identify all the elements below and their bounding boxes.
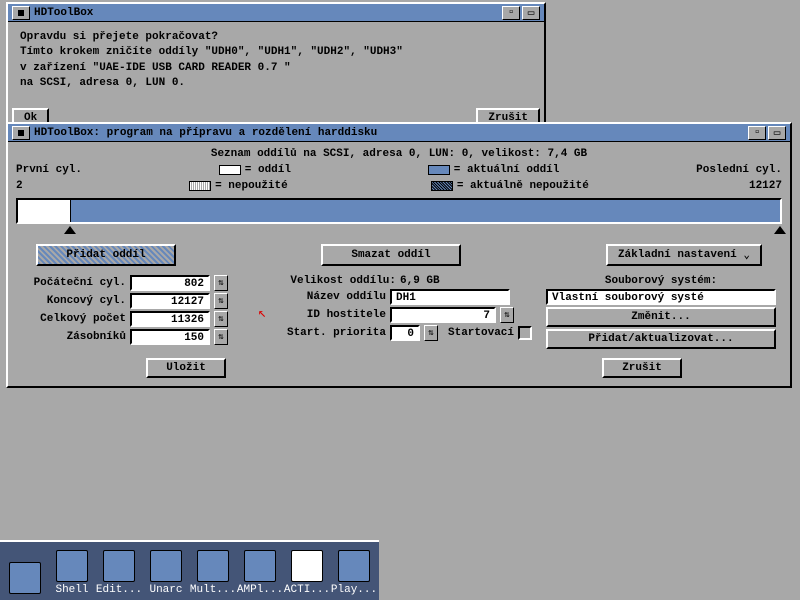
name-label: Název oddílu	[276, 291, 386, 303]
task-item-acti[interactable]: ACTI...	[284, 544, 330, 598]
legend-text: = nepoužité	[215, 180, 288, 192]
zoom-icon[interactable]: ▫	[502, 6, 520, 20]
last-cyl-value: 12127	[732, 180, 782, 192]
task-item-shell[interactable]: Shell	[49, 544, 95, 598]
task-label: AMPl...	[237, 584, 283, 596]
addupdate-button[interactable]: Přidat/aktualizovat...	[546, 329, 776, 349]
task-item-unarc[interactable]: Unarc	[143, 544, 189, 598]
first-cyl-value: 2	[16, 180, 46, 192]
priority-label: Start. priorita	[276, 327, 386, 339]
legend-row: První cyl. = oddíl = aktuální oddíl Posl…	[16, 162, 782, 178]
task-item-edit[interactable]: Edit...	[96, 544, 142, 598]
buffers-label: Zásobníků	[16, 331, 126, 343]
shell-icon	[56, 550, 88, 582]
task-item[interactable]	[2, 544, 48, 598]
close-icon[interactable]	[12, 6, 30, 20]
task-item-play[interactable]: Play...	[331, 544, 377, 598]
size-value: 6,9 GB	[400, 275, 440, 287]
close-icon[interactable]	[12, 126, 30, 140]
bootable-label: Startovací	[448, 327, 514, 339]
partition-segment[interactable]	[18, 200, 71, 222]
main-window: HDToolBox: program na přípravu a rozděle…	[6, 122, 792, 388]
total-input[interactable]: 11326	[130, 311, 210, 327]
task-item-ampl[interactable]: AMPl...	[237, 544, 283, 598]
partition-segment-current[interactable]	[71, 200, 780, 222]
edit-icon	[103, 550, 135, 582]
start-cyl-label: Počáteční cyl.	[16, 277, 126, 289]
dialog-line: na SCSI, adresa 0, LUN 0.	[20, 76, 532, 91]
buffers-input[interactable]: 150	[130, 329, 210, 345]
swatch-current-unused	[431, 181, 453, 191]
confirm-dialog: HDToolBox ▫ ▭ Opravdu si přejete pokračo…	[6, 2, 546, 134]
fs-label: Souborový systém:	[546, 275, 776, 287]
total-label: Celkový počet	[16, 313, 126, 325]
dialog-message: Opravdu si přejete pokračovat? Tímto kro…	[20, 30, 532, 92]
dialog-titlebar[interactable]: HDToolBox ▫ ▭	[8, 4, 544, 22]
dialog-body: Opravdu si přejete pokračovat? Tímto kro…	[8, 22, 544, 108]
task-label: Mult...	[190, 584, 236, 596]
dropdown-icon: ⌄	[743, 248, 750, 262]
form-area: Počáteční cyl.802⇅ Koncový cyl.12127⇅ Ce…	[16, 274, 782, 350]
task-label: Edit...	[96, 584, 142, 596]
dialog-line: Opravdu si přejete pokračovat?	[20, 30, 532, 45]
dialog-line: v zařízení "UAE-IDE USB CARD READER 0.7 …	[20, 61, 532, 76]
dialog-line: Tímto krokem zničíte oddíly "UDH0", "UDH…	[20, 45, 532, 60]
delete-partition-button[interactable]: Smazat oddíl	[321, 244, 461, 266]
mult-icon	[197, 550, 229, 582]
name-input[interactable]: DH1	[390, 289, 510, 305]
app-icon	[9, 562, 41, 594]
priority-input[interactable]: 0	[390, 325, 420, 341]
last-cyl-label: Poslední cyl.	[696, 164, 782, 176]
play-icon	[338, 550, 370, 582]
stepper-icon[interactable]: ⇅	[214, 311, 228, 327]
depth-icon[interactable]: ▭	[768, 126, 786, 140]
size-label: Velikost oddílu:	[276, 275, 396, 287]
end-cyl-label: Koncový cyl.	[16, 295, 126, 307]
ampl-icon	[244, 550, 276, 582]
partition-bar[interactable]	[16, 198, 782, 224]
legend-row: 2 = nepoužité = aktuálně nepoužité 12127	[16, 178, 782, 194]
depth-icon[interactable]: ▭	[522, 6, 540, 20]
partition-header: Seznam oddílů na SCSI, adresa 0, LUN: 0,…	[16, 146, 782, 162]
task-label: Unarc	[149, 584, 182, 596]
dialog-title: HDToolBox	[34, 7, 500, 19]
main-title: HDToolBox: program na přípravu a rozděle…	[34, 127, 746, 139]
change-fs-button[interactable]: Změnit...	[546, 307, 776, 327]
fs-value: Vlastní souborový systé	[546, 289, 776, 305]
main-titlebar[interactable]: HDToolBox: program na přípravu a rozděle…	[8, 124, 790, 142]
legend-text: = aktuálně nepoužité	[457, 180, 589, 192]
button-label: Základní nastavení	[618, 249, 737, 261]
slider-track[interactable]	[16, 228, 782, 238]
first-cyl-label: První cyl.	[16, 164, 82, 176]
taskbar: Shell Edit... Unarc Mult... AMPl... ACTI…	[0, 540, 379, 600]
slider-handle-left[interactable]	[64, 226, 76, 234]
swatch-unused	[189, 181, 211, 191]
start-cyl-input[interactable]: 802	[130, 275, 210, 291]
stepper-icon[interactable]: ⇅	[214, 329, 228, 345]
acti-icon	[291, 550, 323, 582]
hostid-label: ID hostitele	[276, 309, 386, 321]
swatch-current	[428, 165, 450, 175]
swatch-partition	[219, 165, 241, 175]
stepper-icon[interactable]: ⇅	[214, 275, 228, 291]
stepper-icon[interactable]: ⇅	[214, 293, 228, 309]
legend-text: = oddíl	[245, 164, 291, 176]
unarc-icon	[150, 550, 182, 582]
hostid-input[interactable]: 7	[390, 307, 496, 323]
legend-text: = aktuální oddíl	[454, 164, 560, 176]
zoom-icon[interactable]: ▫	[748, 126, 766, 140]
save-button[interactable]: Uložit	[146, 358, 226, 378]
task-label: Play...	[331, 584, 377, 596]
stepper-icon[interactable]: ⇅	[500, 307, 514, 323]
add-partition-button[interactable]: Přidat oddíl	[36, 244, 176, 266]
task-label: ACTI...	[284, 584, 330, 596]
task-label: Shell	[55, 584, 88, 596]
stepper-icon[interactable]: ⇅	[424, 325, 438, 341]
bootable-checkbox[interactable]	[518, 326, 532, 340]
basic-settings-button[interactable]: Základní nastavení ⌄	[606, 244, 762, 266]
slider-handle-right[interactable]	[774, 226, 786, 234]
task-item-mult[interactable]: Mult...	[190, 544, 236, 598]
end-cyl-input[interactable]: 12127	[130, 293, 210, 309]
cancel-button[interactable]: Zrušit	[602, 358, 682, 378]
